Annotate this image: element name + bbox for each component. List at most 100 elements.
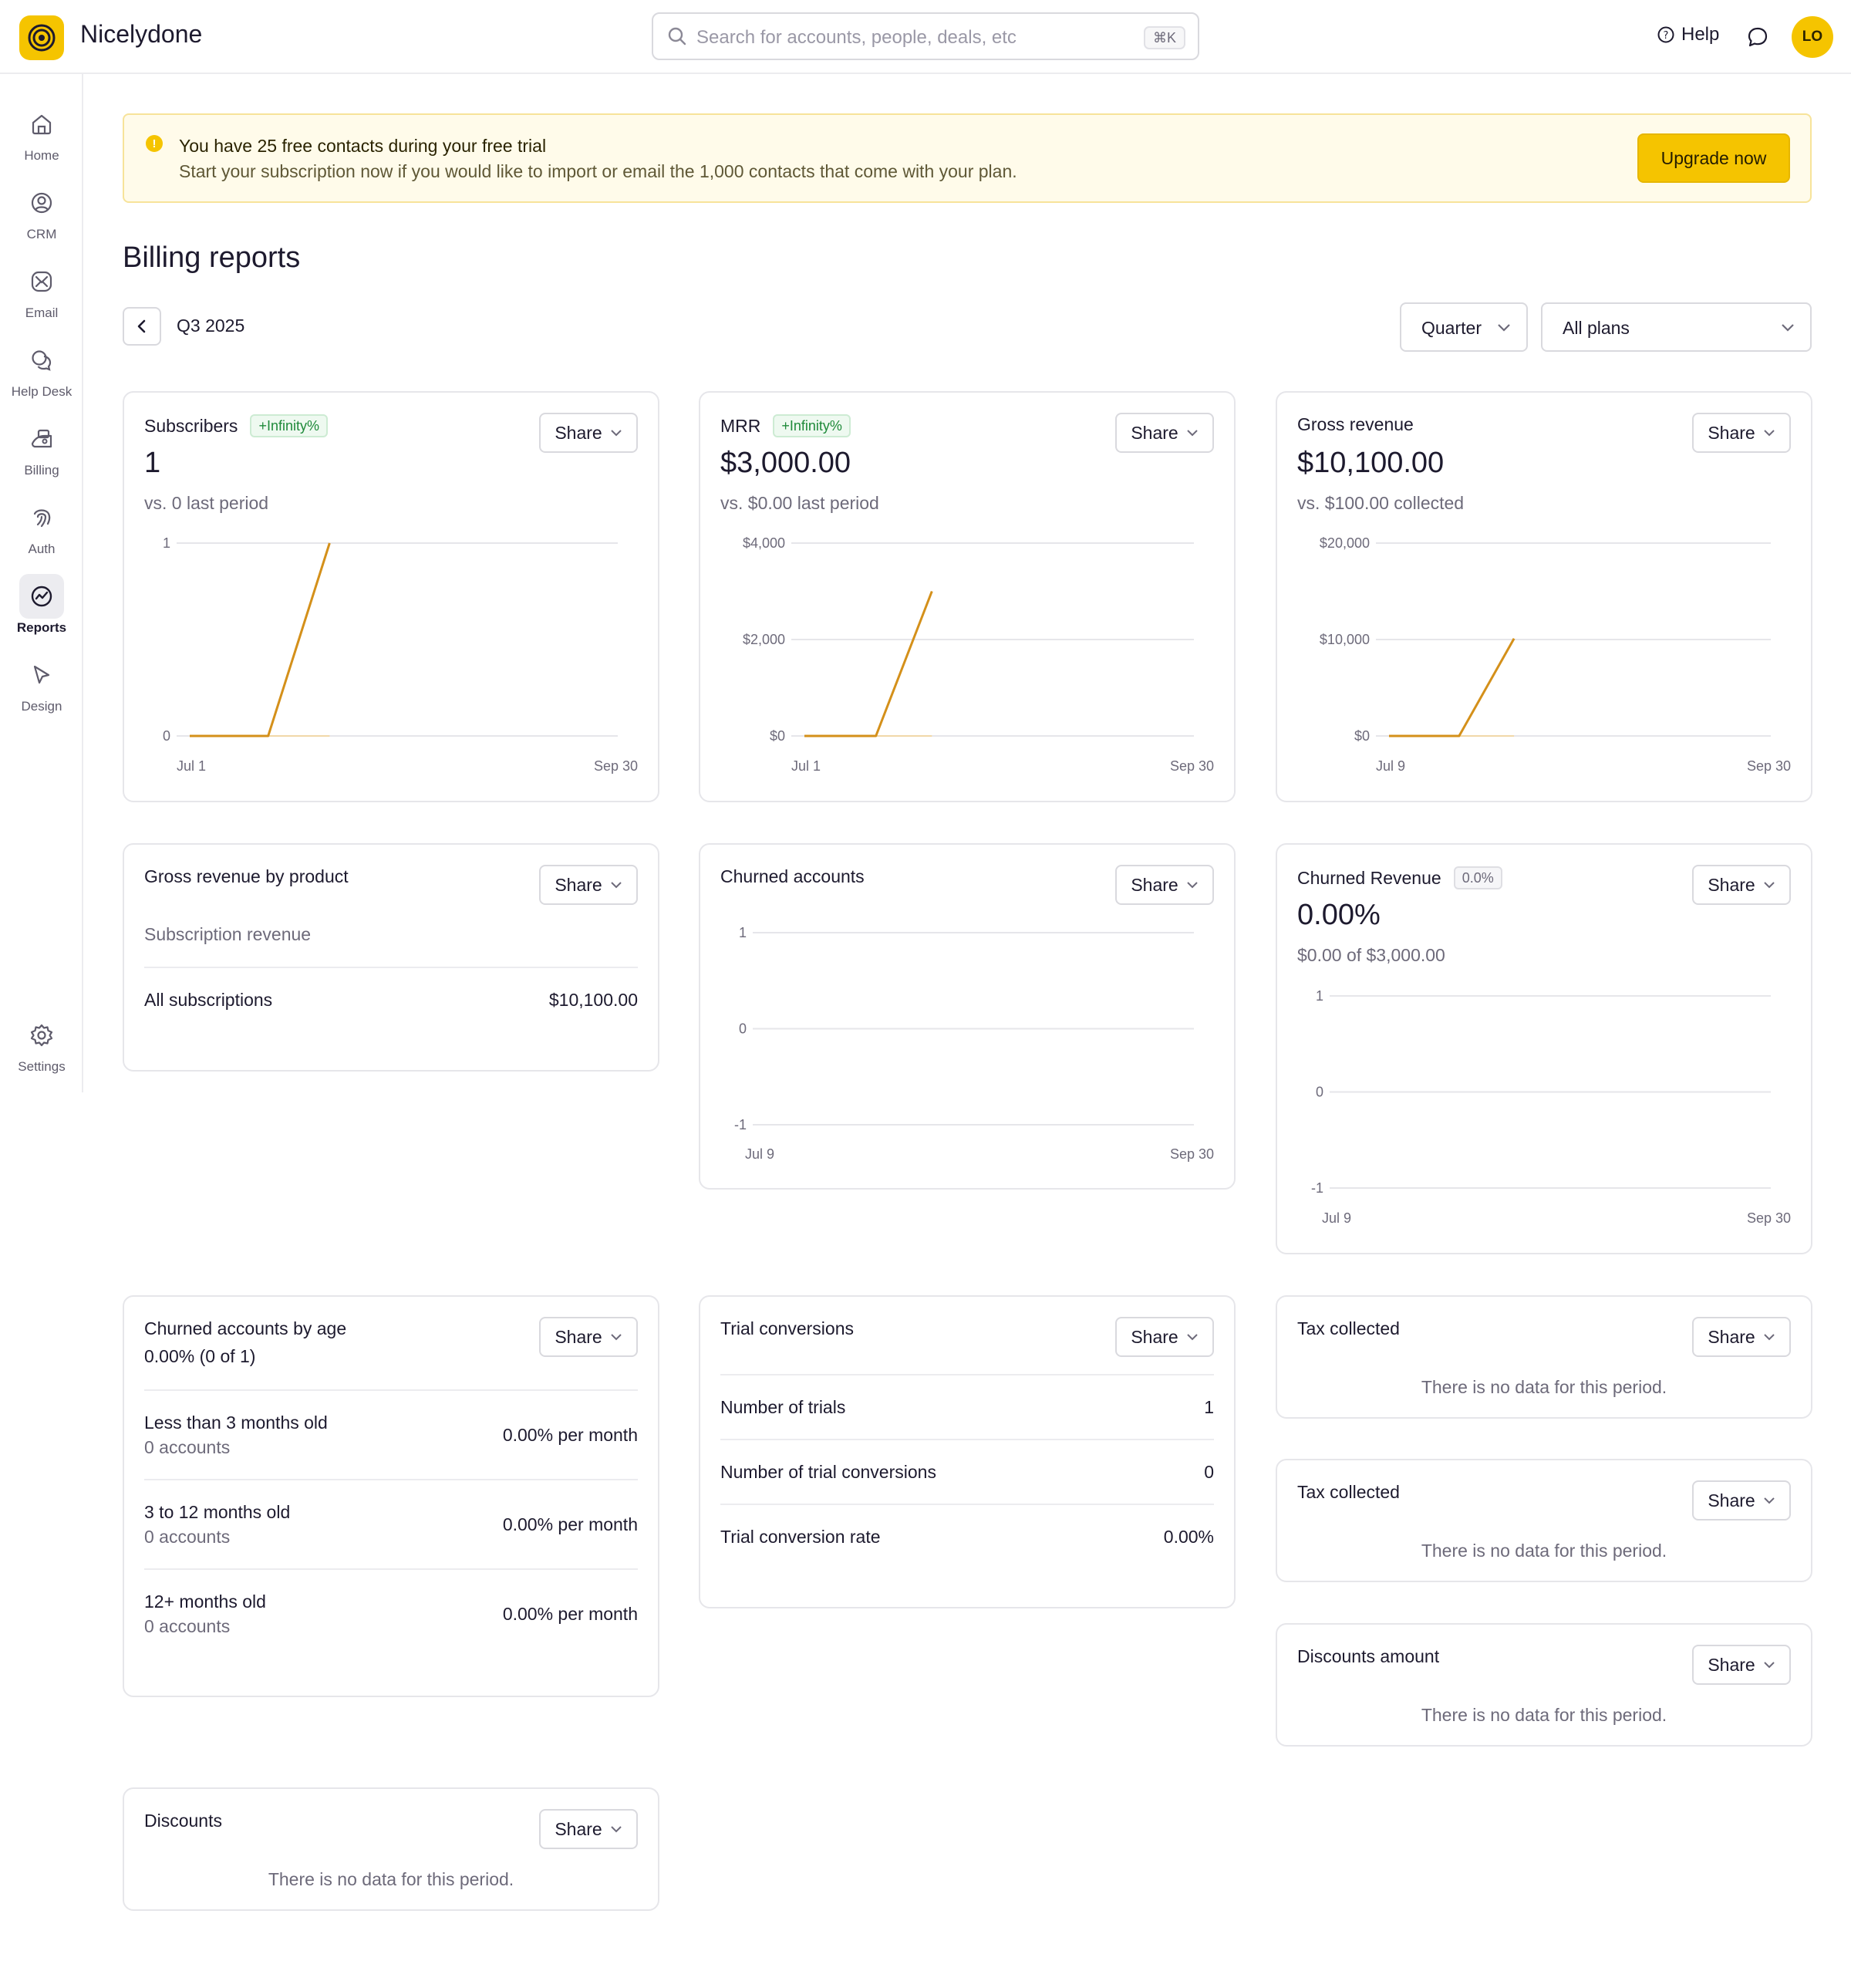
sidebar-item-home[interactable]: Home [0,102,83,164]
sidebar-item-label: Billing [24,463,59,478]
table-row: Number of trials 1 [720,1374,1214,1439]
table-row: Trial conversion rate 0.00% [720,1504,1214,1568]
sidebar: Home CRM Email Help Desk Billing Auth Re… [0,74,83,1092]
series-line [190,542,331,737]
share-button[interactable]: Share [1692,1645,1791,1685]
row-sublabel: 0 accounts [144,1616,231,1636]
chat-icon[interactable] [1746,25,1769,52]
sidebar-item-label: Reports [16,620,67,635]
churned-accounts-by-age-card: Churned accounts by age Share 0.00% (0 o… [123,1295,659,1697]
interval-select[interactable]: Quarter [1400,302,1528,352]
y-tick-label: 1 [163,535,170,551]
sidebar-item-reports[interactable]: Reports [0,574,83,636]
share-button[interactable]: Share [1115,1317,1214,1357]
x-tick-label: Jul 1 [177,758,206,774]
sidebar-item-help-desk[interactable]: Help Desk [0,338,83,400]
y-tick-label: 0 [163,728,170,744]
chevron-down-icon [1763,1662,1775,1669]
search-shortcut: ⌘K [1143,26,1185,49]
empty-state: There is no data for this period. [1421,1541,1667,1561]
gross-revenue-by-product-card: Gross revenue by product Share Subscript… [123,843,659,1072]
share-button[interactable]: Share [1692,1317,1791,1357]
series-line [1389,638,1516,737]
row-value: 0 [1204,1462,1214,1482]
empty-state: There is no data for this period. [1421,1705,1667,1725]
chat-bubbles-icon [19,338,64,383]
share-button[interactable]: Share [539,865,638,905]
x-tick-label: Sep 30 [594,758,638,774]
mail-icon [19,259,64,304]
sidebar-item-design[interactable]: Design [0,653,83,714]
logo-icon[interactable] [19,15,64,60]
x-tick-label: Jul 9 [1322,1210,1351,1226]
discounts-amount-card: Discounts amount Share There is no data … [1276,1623,1812,1747]
x-tick-label: Sep 30 [1747,758,1791,774]
sidebar-item-settings[interactable]: Settings [0,1013,83,1075]
y-tick-label: 0 [739,1021,747,1037]
churned-accounts-chart: 1 0 -1 Jul 9 Sep 30 [734,925,1214,1162]
table-row: 3 to 12 months old 0 accounts 0.00% per … [144,1479,638,1568]
fingerprint-icon [19,495,64,540]
x-tick-label: Jul 1 [791,758,821,774]
y-tick-label: 1 [739,925,747,940]
series-line [804,590,933,737]
churned-revenue-chart: 1 0 -1 Jul 9 Sep 30 [1311,988,1791,1226]
sidebar-item-label: Design [21,699,62,714]
row-value: 0.00% per month [502,1604,638,1624]
y-tick-label: $2,000 [743,632,785,647]
card-title: Discounts [144,1811,222,1831]
churned-revenue-card: Churned Revenue 0.0% Share 0.00% $0.00 o… [1276,843,1812,1254]
gross-revenue-chart: $20,000 $10,000 $0 Jul 9 Sep 30 [1320,535,1791,774]
home-icon [19,102,64,147]
subscribers-card: Subscribers +Infinity% Share 1 vs. 0 las… [123,391,659,802]
row-value: 0.00% [1163,1527,1214,1547]
previous-period-button[interactable] [123,307,161,346]
mrr-card: MRR +Infinity% Share $3,000.00 vs. $0.00… [699,391,1236,802]
x-tick-label: Sep 30 [1170,758,1214,774]
y-tick-label: $0 [770,728,785,744]
churned-accounts-card: Churned accounts Share 1 0 -1 Jul 9 Sep 30 [699,843,1236,1190]
section-label: Subscription revenue [144,924,312,944]
card-title: Tax collected [1297,1482,1400,1502]
x-tick-label: Sep 30 [1170,1146,1214,1162]
row-label: 12+ months old [144,1591,266,1612]
upgrade-now-button[interactable]: Upgrade now [1637,133,1790,183]
table-row: Less than 3 months old 0 accounts 0.00% … [144,1389,638,1479]
share-button[interactable]: Share [1692,1480,1791,1521]
sidebar-item-label: Settings [18,1059,66,1074]
chevron-down-icon [610,1826,622,1833]
row-sublabel: 0 accounts [144,1437,231,1457]
search-input[interactable]: Search for accounts, people, deals, etc … [652,12,1199,60]
sidebar-item-billing[interactable]: Billing [0,417,83,478]
plan-select[interactable]: All plans [1541,302,1812,352]
x-tick-label: Sep 30 [1747,1210,1791,1226]
chevron-down-icon [1763,1334,1775,1341]
sidebar-item-email[interactable]: Email [0,259,83,321]
metric-summary: 0.00% (0 of 1) [144,1346,256,1366]
avatar[interactable]: LO [1792,16,1833,58]
sidebar-item-label: Auth [28,542,56,556]
sidebar-item-auth[interactable]: Auth [0,495,83,557]
row-value: 0.00% per month [502,1514,638,1534]
svg-text:?: ? [1664,30,1669,42]
y-tick-label: -1 [1311,1180,1323,1196]
chevron-down-icon [1782,324,1794,332]
y-tick-label: $0 [1354,728,1370,744]
row-sublabel: 0 accounts [144,1527,231,1547]
sidebar-item-label: Help Desk [11,384,72,399]
app-name: Nicelydone [80,20,203,48]
sidebar-item-crm[interactable]: CRM [0,181,83,242]
row-label: 3 to 12 months old [144,1502,291,1522]
y-tick-label: -1 [734,1117,747,1132]
help-button[interactable]: ? Help [1657,24,1719,46]
share-button[interactable]: Share [539,1317,638,1357]
help-label: Help [1681,24,1720,45]
gross-revenue-card: Gross revenue Share $10,100.00 vs. $100.… [1276,391,1812,802]
mrr-chart: $4,000 $2,000 $0 Jul 1 Sep 30 [743,535,1214,774]
trial-conversions-card: Trial conversions Share Number of trials… [699,1295,1236,1608]
list-item: All subscriptions $10,100.00 [144,967,638,1028]
trial-banner: ! You have 25 free contacts during your … [123,113,1812,203]
share-button[interactable]: Share [539,1809,638,1849]
discounts-card: Discounts Share There is no data for thi… [123,1787,659,1911]
empty-state: There is no data for this period. [1421,1377,1667,1397]
